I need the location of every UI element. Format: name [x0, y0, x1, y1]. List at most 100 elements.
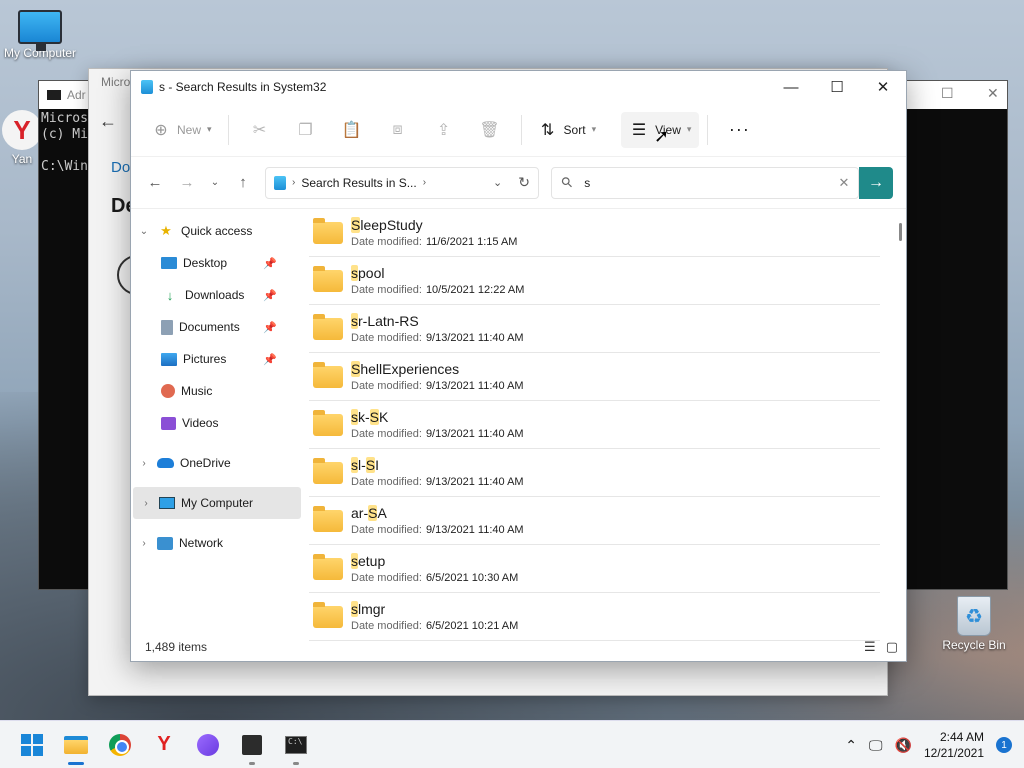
notification-badge[interactable]: 1: [996, 737, 1012, 753]
date-modified-value: 9/13/2021 11:40 AM: [425, 524, 524, 536]
paste-button[interactable]: 📋: [329, 112, 375, 148]
mouse-cursor-icon: ➚: [654, 126, 670, 146]
date-modified-value: 11/6/2021 1:15 AM: [425, 236, 518, 248]
windows-logo-icon: [21, 733, 43, 756]
file-meta: Date modified: 9/13/2021 11:40 AM: [351, 524, 524, 536]
close-icon[interactable]: ✕: [860, 71, 906, 103]
new-label: New: [177, 122, 202, 137]
file-name-part: etup: [358, 553, 386, 569]
nav-item-label: OneDrive: [180, 456, 231, 470]
nav-item-music[interactable]: Music: [131, 375, 305, 407]
folder-icon: [313, 553, 343, 580]
chevron-up-icon[interactable]: ⌃: [845, 737, 857, 754]
taskbar-yandex[interactable]: Y: [142, 723, 186, 767]
nav-item-documents[interactable]: Documents 📌: [131, 311, 305, 343]
chevron-right-icon[interactable]: ›: [423, 177, 426, 188]
chevron-down-icon[interactable]: ⌄: [131, 226, 157, 237]
refresh-icon[interactable]: ↻: [518, 174, 530, 191]
back-arrow-icon[interactable]: ←: [99, 111, 117, 132]
minimize-icon[interactable]: —: [768, 71, 814, 103]
tiles-view-icon[interactable]: ▢: [886, 639, 898, 655]
more-options-button[interactable]: ···: [716, 112, 762, 148]
chevron-right-icon[interactable]: ›: [131, 458, 157, 469]
taskbar-store[interactable]: [230, 723, 274, 767]
search-box[interactable]: ⚲ ✕: [551, 166, 859, 199]
desktop-icon-label: Yan: [11, 152, 33, 166]
nav-item-downloads[interactable]: ↓ Downloads 📌: [131, 279, 305, 311]
file-row[interactable]: SleepStudy Date modified: 11/6/2021 1:15 A…: [309, 209, 880, 257]
start-button[interactable]: [10, 723, 54, 767]
file-row[interactable]: sl-SI Date modified: 9/13/2021 11:40 AM: [309, 449, 880, 497]
clock[interactable]: 2:44 AM 12/21/2021: [924, 729, 984, 761]
chevron-right-icon[interactable]: ›: [133, 498, 159, 509]
clear-search-icon[interactable]: ✕: [830, 175, 858, 191]
new-button[interactable]: ⊕ New ▾: [143, 112, 220, 148]
file-row[interactable]: ShellExperiences Date modified: 9/13/2021 …: [309, 353, 880, 401]
file-name: ShellExperiences: [351, 361, 524, 377]
settings-title: Micro: [101, 75, 131, 89]
desktop-icon-recycle-bin[interactable]: ♻ Recycle Bin: [932, 596, 1016, 652]
nav-item-my-computer[interactable]: › My Computer: [133, 487, 301, 519]
settings-breadcrumb[interactable]: Do: [111, 159, 130, 176]
file-name: slmgr: [351, 601, 518, 617]
file-explorer-window[interactable]: s - Search Results in System32 — ☐ ✕ ⊕ N…: [130, 70, 907, 662]
recent-locations-button[interactable]: ⌄: [203, 167, 227, 199]
search-match-highlight: s: [351, 313, 358, 329]
yandex-icon: Y: [157, 733, 171, 755]
delete-button[interactable]: 🗑: [467, 112, 513, 148]
up-button[interactable]: ↑: [227, 167, 259, 199]
search-match-highlight: S: [369, 409, 380, 425]
copy-icon: ❐: [298, 121, 313, 139]
desktop-icon-my-computer[interactable]: My Computer: [0, 10, 82, 60]
nav-item-network[interactable]: › Network: [131, 527, 305, 559]
nav-item-pictures[interactable]: Pictures 📌: [131, 343, 305, 375]
share-icon: ⇪: [436, 121, 451, 139]
file-name-part: A: [377, 505, 387, 521]
nav-item-quick-access[interactable]: ⌄ ★ Quick access: [131, 215, 305, 247]
file-info: sk-SK Date modified: 9/13/2021 11:40 AM: [351, 409, 524, 440]
copy-button[interactable]: ❐: [283, 112, 329, 148]
chevron-right-icon[interactable]: ›: [131, 538, 157, 549]
taskbar-file-explorer[interactable]: [54, 723, 98, 767]
share-button[interactable]: ⇪: [421, 112, 467, 148]
nav-item-videos[interactable]: Videos: [131, 407, 305, 439]
search-icon: ⚲: [557, 172, 577, 192]
file-row[interactable]: sk-SK Date modified: 9/13/2021 11:40 AM: [309, 401, 880, 449]
search-go-button[interactable]: →: [859, 166, 893, 199]
back-button[interactable]: ←: [139, 167, 171, 199]
nav-item-onedrive[interactable]: › OneDrive: [131, 447, 305, 479]
cut-button[interactable]: ✂: [237, 112, 283, 148]
download-arrow-icon: ↓: [166, 287, 174, 303]
file-row[interactable]: ar-SA Date modified: 9/13/2021 11:40 AM: [309, 497, 880, 545]
taskbar-chrome[interactable]: [98, 723, 142, 767]
file-name: sl-SI: [351, 457, 524, 473]
forward-button[interactable]: →: [171, 167, 203, 199]
address-field[interactable]: › Search Results in S... › ⌄ ↻: [265, 166, 539, 199]
speaker-muted-icon[interactable]: 🔇: [895, 737, 912, 754]
taskbar-alice[interactable]: [186, 723, 230, 767]
taskbar-terminal[interactable]: C:\: [274, 723, 318, 767]
sort-button[interactable]: ⇅ Sort ▾: [530, 112, 605, 148]
date-modified-value: 10/5/2021 12:22 AM: [425, 284, 525, 296]
nav-item-desktop[interactable]: Desktop 📌: [131, 247, 305, 279]
search-input[interactable]: [584, 175, 830, 190]
file-row[interactable]: spool Date modified: 10/5/2021 12:22 AM: [309, 257, 880, 305]
scrollbar-thumb[interactable]: [899, 223, 902, 241]
maximize-icon[interactable]: ☐: [814, 71, 860, 103]
file-name-part: k-: [358, 409, 370, 425]
desktop-icon: [161, 257, 177, 269]
maximize-icon[interactable]: ☐: [941, 85, 954, 102]
chevron-down-icon[interactable]: ⌄: [493, 176, 502, 189]
file-name-part: K: [379, 409, 389, 425]
details-view-icon[interactable]: ☰: [864, 639, 876, 655]
close-icon[interactable]: ✕: [987, 85, 999, 102]
address-path[interactable]: Search Results in S...: [301, 176, 416, 190]
toolbar-divider: [612, 115, 613, 145]
file-row[interactable]: setup Date modified: 6/5/2021 10:30 AM: [309, 545, 880, 593]
file-row[interactable]: sr-Latn-RS Date modified: 9/13/2021 11:40 …: [309, 305, 880, 353]
rename-button[interactable]: ⧈: [375, 112, 421, 148]
explorer-titlebar[interactable]: s - Search Results in System32 — ☐ ✕: [131, 71, 906, 103]
date-modified-value: 9/13/2021 11:40 AM: [425, 332, 524, 344]
display-icon[interactable]: 🖵: [869, 737, 883, 754]
file-info: ShellExperiences Date modified: 9/13/2021 …: [351, 361, 524, 392]
